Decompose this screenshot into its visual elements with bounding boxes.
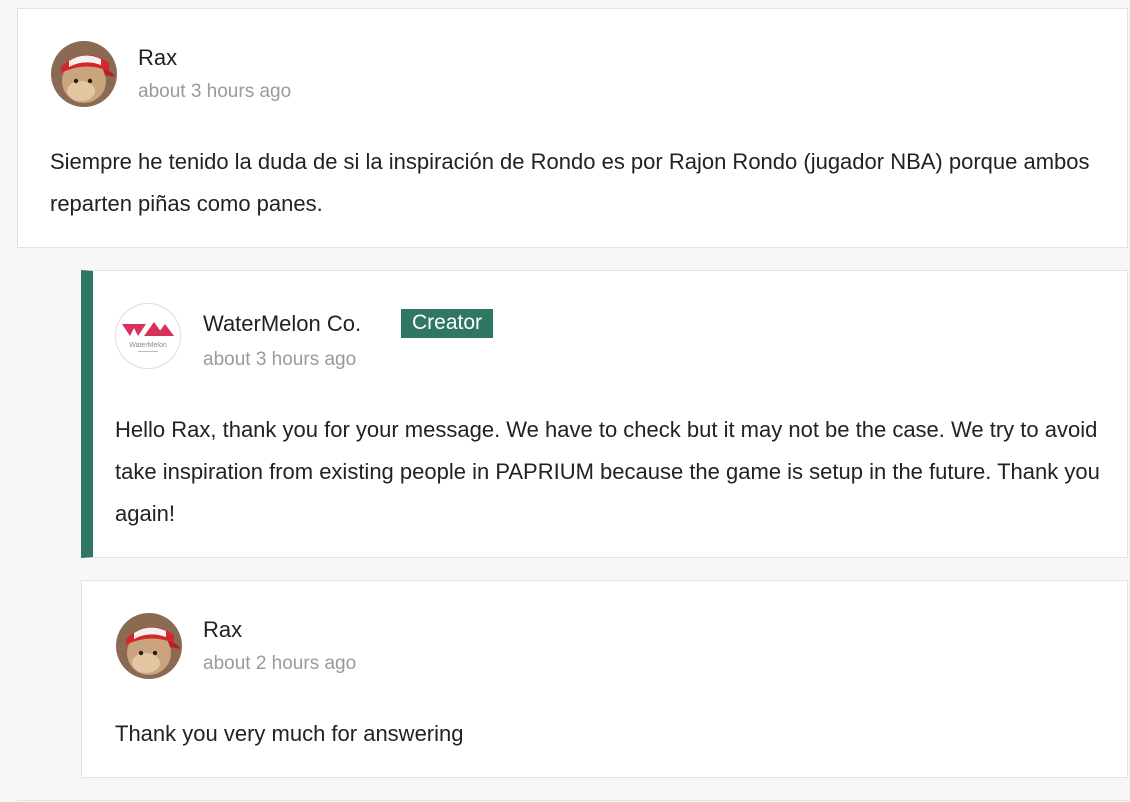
comment-body: Siempre he tenido la duda de si la inspi… — [50, 149, 1090, 216]
comment-card: Rax about 3 hours ago Siempre he tenido … — [17, 8, 1128, 248]
avatar[interactable] — [116, 613, 182, 679]
reply-card-creator: WaterMelon WaterMelon Co. Creator about … — [81, 270, 1128, 558]
cat-with-red-cap-avatar — [51, 41, 117, 107]
cat-with-red-cap-avatar — [116, 613, 182, 679]
comment-author[interactable]: Rax — [203, 617, 242, 643]
logo-wordmark: WaterMelon — [129, 342, 167, 349]
comment-author[interactable]: Rax — [138, 45, 177, 71]
creator-badge: Creator — [401, 309, 494, 338]
comment-timestamp: about 2 hours ago — [203, 653, 357, 674]
comment-body: Thank you very much for answering — [115, 721, 464, 746]
comment-body: Hello Rax, thank you for your message. W… — [115, 417, 1100, 526]
reply-card: Rax about 2 hours ago Thank you very muc… — [81, 580, 1128, 778]
comment-timestamp: about 3 hours ago — [203, 349, 357, 370]
watermelon-logo-avatar: WaterMelon — [116, 304, 180, 368]
divider — [17, 800, 1128, 801]
comment-timestamp: about 3 hours ago — [138, 81, 292, 102]
comment-author[interactable]: WaterMelon Co. — [203, 311, 361, 337]
avatar[interactable] — [51, 41, 117, 107]
avatar[interactable]: WaterMelon — [115, 303, 181, 369]
